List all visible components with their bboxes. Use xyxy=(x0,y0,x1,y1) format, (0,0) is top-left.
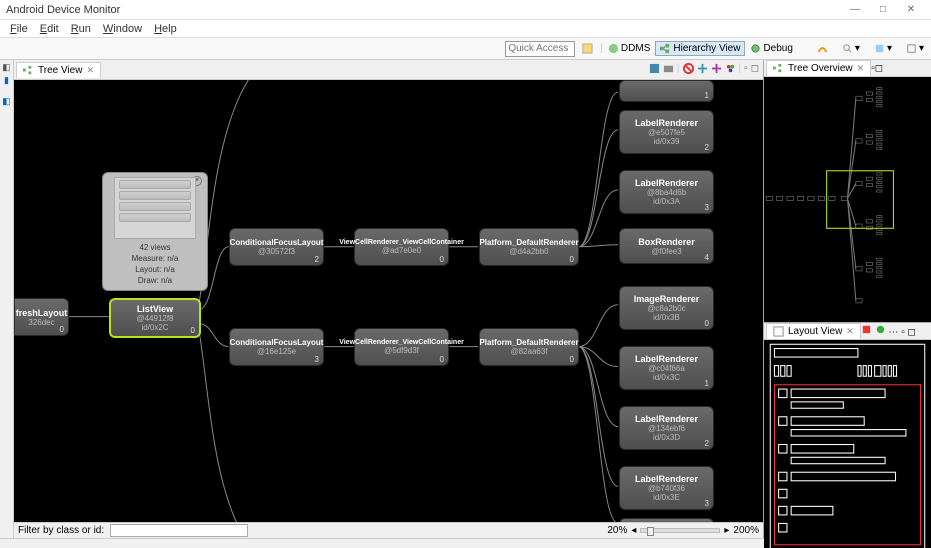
perspective-ddms[interactable]: DDMS xyxy=(603,41,655,56)
node-listview[interactable]: ListView @44912f8 id/0x2C 0 xyxy=(109,298,201,338)
tv-tool-max[interactable]: ◻ xyxy=(751,63,759,77)
zoom-slider[interactable] xyxy=(640,528,720,533)
node-conditional-1[interactable]: ConditionalFocusLayout @30572f3 2 xyxy=(229,228,324,266)
node-viewcell-1[interactable]: ViewCellRenderer_ViewCellContainer @ad7e… xyxy=(354,228,449,266)
node-viewcell-2[interactable]: ViewCellRenderer_ViewCellContainer @5df9… xyxy=(354,328,449,366)
node-labelrenderer-1[interactable]: LabelRenderer@e507fe5id/0x392 xyxy=(619,110,714,154)
tab-layout-view[interactable]: Layout View ✕ xyxy=(766,323,861,339)
zoom-value: 20% xyxy=(607,525,627,536)
lv-max[interactable]: ◻ xyxy=(908,327,916,338)
node-conditional-2[interactable]: ConditionalFocusLayout @16e125e 3 xyxy=(229,328,324,366)
node-imagerenderer-1[interactable]: ImageRenderer@c8a2b0cid/0x3B0 xyxy=(619,286,714,330)
node-tooltip: × 42 views Measure: n/a Layout: n/a Draw… xyxy=(102,172,208,291)
tool-icon-3[interactable]: ▾ xyxy=(868,41,898,56)
layout-view-header: Layout View ✕ ⋯ ▫ ◻ xyxy=(764,323,931,340)
ov-max[interactable]: ◻ xyxy=(875,63,883,74)
filter-label: Filter by class or id: xyxy=(18,525,104,536)
tv-tool-save[interactable] xyxy=(649,63,660,77)
lv-tool-2[interactable] xyxy=(875,327,886,338)
left-gutter: ◧ ▮ ◧ xyxy=(0,60,14,538)
tab-tree-overview[interactable]: Tree Overview ✕ xyxy=(766,60,871,76)
close-button[interactable]: ✕ xyxy=(897,4,925,15)
close-icon[interactable]: ✕ xyxy=(846,326,854,337)
perspective-hierarchy-view[interactable]: Hierarchy View xyxy=(655,41,745,56)
tool-icon-4[interactable]: ▾ xyxy=(900,41,930,56)
gutter-icon-3[interactable]: ◧ xyxy=(2,96,11,107)
quick-access-input[interactable] xyxy=(505,41,575,57)
tree-view-bottombar: Filter by class or id: 20% ◂ ▸ 200% xyxy=(14,522,763,538)
lv-tool-1[interactable] xyxy=(861,327,872,338)
gutter-icon-2[interactable]: ▮ xyxy=(4,75,9,86)
menu-edit[interactable]: Edit xyxy=(34,23,65,35)
zoom-max: 200% xyxy=(733,525,759,536)
lv-tool-3[interactable]: ⋯ xyxy=(888,327,898,338)
node-boxrenderer-2[interactable]: BoxRenderer xyxy=(619,518,714,522)
node-partial-top[interactable]: 1 xyxy=(619,80,714,102)
tv-tool-dump[interactable] xyxy=(711,63,722,77)
node-labelrenderer-3[interactable]: LabelRenderer@c04f66aid/0x3C1 xyxy=(619,346,714,390)
node-platformdefault-2[interactable]: Platform_DefaultRenderer @82aa63f 0 xyxy=(479,328,579,366)
zoom-out-icon[interactable]: ◂ xyxy=(631,525,636,536)
node-labelrenderer-2[interactable]: LabelRenderer@8ba4d6bid/0x3A3 xyxy=(619,170,714,214)
tv-tool-profile[interactable] xyxy=(725,63,736,77)
title-bar: Android Device Monitor — □ ✕ xyxy=(0,0,931,20)
menu-file[interactable]: File xyxy=(4,23,34,35)
menu-bar: File Edit Run Window Help xyxy=(0,20,931,38)
menu-run[interactable]: Run xyxy=(65,23,97,35)
tv-tool-invalidate[interactable] xyxy=(683,63,694,77)
close-icon[interactable]: ✕ xyxy=(857,63,865,74)
lv-min[interactable]: ▫ xyxy=(901,327,905,338)
tree-view-panel: Tree View ✕ | | ▫ ◻ xyxy=(14,60,764,538)
main-toolbar: | DDMS Hierarchy View Debug ▾ ▾ ▾ xyxy=(0,38,931,60)
tool-icon-2[interactable]: ▾ xyxy=(836,41,866,56)
menu-window[interactable]: Window xyxy=(97,23,148,35)
tv-tool-min[interactable]: ▫ xyxy=(744,63,748,77)
hierarchy-canvas[interactable]: 1 freshLayout 326dec 0 ListView @44912f8… xyxy=(14,80,763,522)
gutter-icon-1[interactable]: ◧ xyxy=(2,62,11,73)
filter-input[interactable] xyxy=(110,524,248,537)
menu-help[interactable]: Help xyxy=(148,23,183,35)
layout-view-canvas[interactable] xyxy=(764,340,931,548)
open-perspective-icon[interactable] xyxy=(576,41,599,56)
tree-overview-header: Tree Overview ✕ ▫◻ xyxy=(764,60,931,77)
tv-tool-request[interactable] xyxy=(697,63,708,77)
perspective-debug[interactable]: Debug xyxy=(745,41,797,56)
node-platformdefault-1[interactable]: Platform_DefaultRenderer @d4a2bb0 0 xyxy=(479,228,579,266)
node-labelrenderer-5[interactable]: LabelRenderer@b740f36id/0x3E3 xyxy=(619,466,714,510)
node-freshlayout[interactable]: freshLayout 326dec 0 xyxy=(14,298,69,336)
window-title: Android Device Monitor xyxy=(6,4,841,16)
zoom-in-icon[interactable]: ▸ xyxy=(724,525,729,536)
tab-tree-view[interactable]: Tree View ✕ xyxy=(16,62,101,78)
node-labelrenderer-4[interactable]: LabelRenderer@134ebf6id/0x3D2 xyxy=(619,406,714,450)
tree-overview-canvas[interactable] xyxy=(764,77,931,323)
node-boxrenderer-1[interactable]: BoxRenderer@f0fee34 xyxy=(619,228,714,264)
close-icon[interactable]: ✕ xyxy=(86,65,94,76)
tool-icon-1[interactable] xyxy=(811,41,834,56)
maximize-button[interactable]: □ xyxy=(869,4,897,15)
tooltip-thumbnail xyxy=(114,177,196,239)
tree-view-tabheader: Tree View ✕ | | ▫ ◻ xyxy=(14,60,763,80)
right-panels: Tree Overview ✕ ▫◻ xyxy=(764,60,931,538)
minimize-button[interactable]: — xyxy=(841,4,869,15)
main-area: ◧ ▮ ◧ Tree View ✕ | | ▫ ◻ xyxy=(0,60,931,538)
tv-tool-capture[interactable] xyxy=(663,63,674,77)
